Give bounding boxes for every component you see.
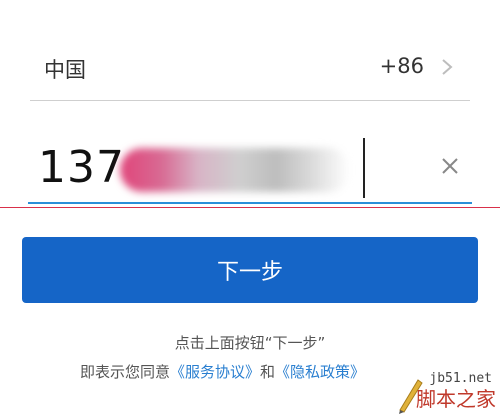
text-caret bbox=[363, 138, 365, 198]
chevron-right-icon bbox=[442, 59, 453, 75]
clear-icon[interactable] bbox=[440, 156, 460, 176]
service-agreement-link[interactable]: 《服务协议》 bbox=[170, 363, 260, 381]
agreement-text: 即表示您同意《服务协议》和《隐私政策》 bbox=[80, 361, 365, 382]
login-page: 中国 +86 137 下一步 点击上面按钮“下一步” 即表示您同意《服务协议》和… bbox=[0, 0, 500, 416]
watermark-name: 脚本之家 bbox=[416, 387, 496, 411]
divider-line bbox=[0, 207, 500, 208]
phone-input[interactable]: 137 bbox=[28, 130, 472, 204]
redacted-digits bbox=[120, 148, 350, 192]
privacy-policy-link[interactable]: 《隐私政策》 bbox=[275, 363, 365, 381]
next-step-button[interactable]: 下一步 bbox=[22, 237, 478, 303]
agreement-prefix: 即表示您同意 bbox=[80, 363, 171, 381]
phone-number-value: 137 bbox=[38, 142, 125, 193]
country-selector[interactable]: 中国 +86 bbox=[30, 30, 470, 101]
country-code: +86 bbox=[379, 54, 424, 78]
agreement-conjunction: 和 bbox=[260, 363, 276, 381]
country-name: 中国 bbox=[44, 58, 86, 82]
site-watermark: jb51.net 脚本之家 bbox=[382, 346, 500, 416]
